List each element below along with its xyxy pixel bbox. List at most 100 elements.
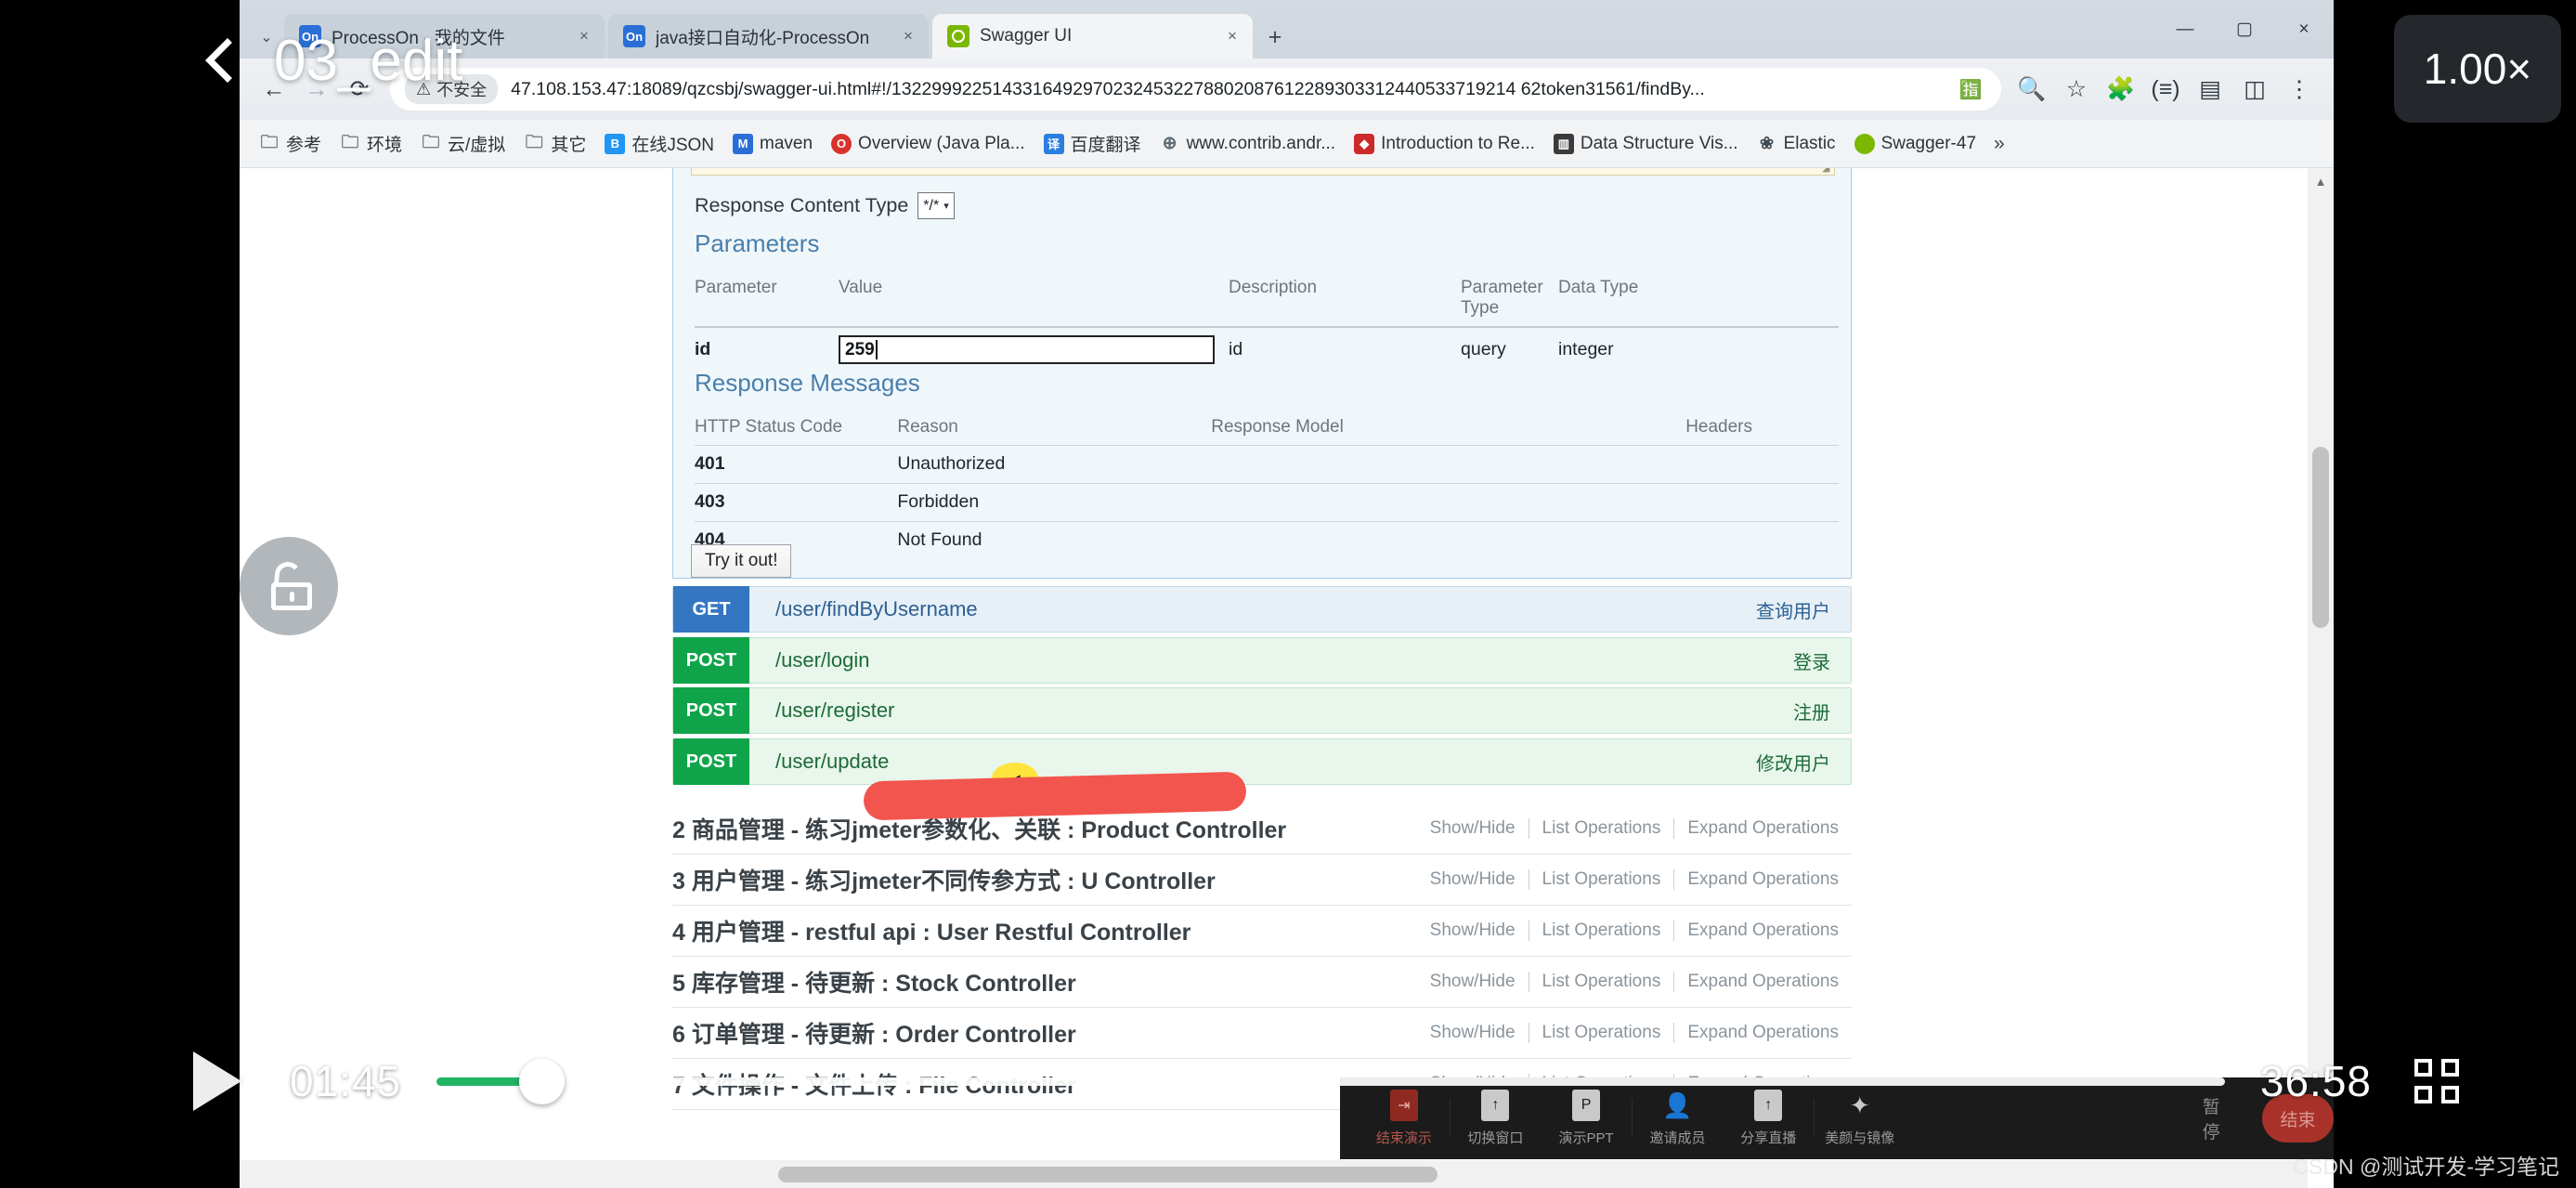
show-hide-link[interactable]: Show/Hide <box>1417 1023 1529 1043</box>
close-icon[interactable]: × <box>897 27 919 46</box>
status-reason: Forbidden <box>897 491 980 513</box>
close-window-icon[interactable]: × <box>2274 0 2334 59</box>
bookmark-label: maven <box>760 133 813 153</box>
try-it-out-button[interactable]: Try it out! <box>691 544 792 578</box>
cast-icon[interactable]: ▤ <box>2189 68 2231 111</box>
parameter-value-input[interactable]: 259 <box>839 335 1215 365</box>
search-icon[interactable]: 🔍 <box>2010 68 2053 111</box>
endpoint-row-login[interactable]: POST /user/login 登录 <box>672 637 1852 684</box>
bookmark-item[interactable]: ❀ Elastic <box>1749 130 1844 158</box>
new-tab-button[interactable]: + <box>1256 16 1294 59</box>
resource-row-u-controller[interactable]: 3 用户管理 - 练习jmeter不同传参方式 : U Controller S… <box>672 855 1852 906</box>
fullscreen-icon[interactable] <box>2414 1059 2459 1103</box>
expand-operations-link[interactable]: Expand Operations <box>1673 818 1852 839</box>
vertical-scrollbar-thumb[interactable] <box>2312 447 2329 628</box>
close-icon[interactable]: × <box>1221 27 1243 46</box>
invite-member-button[interactable]: 👤 邀请成员 <box>1633 1090 1724 1147</box>
list-operations-link[interactable]: List Operations <box>1528 869 1674 890</box>
bookmark-item[interactable]: O Overview (Java Pla... <box>823 130 1034 158</box>
bookmarks-overflow-icon[interactable]: » <box>1986 133 2012 155</box>
window-controls: — ▢ × <box>2155 0 2334 59</box>
response-messages-heading: Response Messages <box>695 369 920 397</box>
play-icon[interactable] <box>193 1051 241 1111</box>
bookmark-item[interactable]: M maven <box>724 130 821 158</box>
maximize-icon[interactable]: ▢ <box>2215 0 2274 59</box>
pause-button[interactable]: 暂停 <box>2203 1093 2231 1143</box>
request-body-textarea[interactable]: ◢ <box>691 168 1835 176</box>
endpoint-row-register[interactable]: POST /user/register 注册 <box>672 687 1852 734</box>
bookmark-item[interactable]: 🗀 环境 <box>332 127 410 160</box>
switch-window-button[interactable]: ↑ 切换窗口 <box>1451 1090 1542 1147</box>
bookmark-item[interactable]: ▥ Data Structure Vis... <box>1545 130 1747 158</box>
expand-operations-link[interactable]: Expand Operations <box>1673 1023 1852 1043</box>
status-code: 401 <box>695 453 725 475</box>
resource-operations: Show/Hide List Operations Expand Operati… <box>1417 1023 1852 1043</box>
browser-tab-swagger-ui[interactable]: Swagger UI × <box>932 14 1253 59</box>
expand-operations-link[interactable]: Expand Operations <box>1673 920 1852 941</box>
endpoint-path: /user/register <box>775 698 895 722</box>
response-content-type-select[interactable]: */* ▾ <box>917 192 955 219</box>
bookmark-item[interactable]: 🗀 其它 <box>515 127 594 160</box>
folder-icon: 🗀 <box>260 132 279 152</box>
resource-row-stock-controller[interactable]: 5 库存管理 - 待更新 : Stock Controller Show/Hid… <box>672 957 1852 1008</box>
endpoint-row-findbyusername[interactable]: GET /user/findByUsername 查询用户 <box>672 586 1852 633</box>
bookmark-label: Data Structure Vis... <box>1580 133 1738 153</box>
browser-tab-java-api[interactable]: On java接口自动化-ProcessOn × <box>608 14 929 59</box>
show-hide-link[interactable]: Show/Hide <box>1417 869 1529 890</box>
beauty-mirror-icon: ✦ <box>1849 1090 1870 1119</box>
extension-icon[interactable]: 🧩 <box>2100 68 2142 111</box>
close-icon[interactable]: × <box>573 27 595 46</box>
expand-operations-link[interactable]: Expand Operations <box>1673 972 1852 992</box>
address-bar[interactable]: ⚠ 不安全 47.108.153.47:18089/qzcsbj/swagger… <box>390 68 2001 111</box>
beauty-mirror-button[interactable]: ✦ 美颜与镜像 <box>1815 1090 1906 1147</box>
button-label: 邀请成员 <box>1649 1130 1706 1146</box>
minimize-icon[interactable]: — <box>2155 0 2215 59</box>
parameters-heading: Parameters <box>695 229 820 257</box>
folder-icon: 🗀 <box>525 132 543 152</box>
present-ppt-button[interactable]: P 演示PPT <box>1541 1090 1632 1147</box>
horizontal-scrollbar-thumb[interactable] <box>778 1167 1438 1182</box>
profile-icon[interactable]: (≡) <box>2144 68 2187 111</box>
horizontal-scrollbar[interactable] <box>240 1160 2308 1188</box>
column-header-description: Description <box>1229 278 1318 297</box>
bookmark-item[interactable]: ◆ Introduction to Re... <box>1346 130 1543 158</box>
bookmark-item[interactable]: 译 百度翻译 <box>1035 127 1150 160</box>
scroll-up-icon[interactable]: ▲ <box>2308 168 2334 194</box>
resource-row-user-restful-controller[interactable]: 4 用户管理 - restful api : User Restful Cont… <box>672 906 1852 957</box>
resize-grip-icon[interactable]: ◢ <box>1822 168 1831 174</box>
sidebar-icon[interactable]: ◫ <box>2233 68 2276 111</box>
list-operations-link[interactable]: List Operations <box>1528 972 1674 992</box>
endpoint-row-update[interactable]: POST /user/update 修改用户 <box>672 738 1852 785</box>
end-meeting-button[interactable]: 结束 <box>2262 1094 2334 1142</box>
list-operations-link[interactable]: List Operations <box>1528 818 1674 839</box>
resource-row-product-controller[interactable]: 2 商品管理 - 练习jmeter参数化、关联 : Product Contro… <box>672 803 1852 855</box>
menu-icon[interactable]: ⋮ <box>2278 68 2321 111</box>
bookmark-item[interactable]: 🗀 参考 <box>251 127 330 160</box>
endpoint-description: 修改用户 <box>1756 753 1830 775</box>
status-reason: Unauthorized <box>897 453 1006 475</box>
end-presentation-button[interactable]: ⇥ 结束演示 <box>1359 1090 1450 1147</box>
bookmark-item[interactable]: ⊕ www.contrib.andr... <box>1151 130 1345 158</box>
list-operations-link[interactable]: List Operations <box>1528 1023 1674 1043</box>
vertical-scrollbar[interactable]: ▲ ▼ <box>2308 168 2334 1153</box>
translate-icon[interactable]: 🈯 <box>1955 78 1986 101</box>
resource-row-order-controller[interactable]: 6 订单管理 - 待更新 : Order Controller Show/Hid… <box>672 1008 1852 1059</box>
show-hide-link[interactable]: Show/Hide <box>1417 972 1529 992</box>
star-icon[interactable]: ☆ <box>2055 68 2098 111</box>
bookmark-item[interactable]: 🗀 云/虚拟 <box>412 127 514 160</box>
list-operations-link[interactable]: List Operations <box>1528 920 1674 941</box>
resource-title: 5 库存管理 - 待更新 : Stock Controller <box>672 971 1076 997</box>
expand-operations-link[interactable]: Expand Operations <box>1673 869 1852 890</box>
bookmark-item[interactable]: Swagger-47 <box>1846 130 1984 158</box>
playback-speed-badge[interactable]: 1.00× <box>2394 15 2561 123</box>
show-hide-link[interactable]: Show/Hide <box>1417 920 1529 941</box>
show-hide-link[interactable]: Show/Hide <box>1417 818 1529 839</box>
swagger-page: ◢ Response Content Type */* ▾ Parameters… <box>240 168 2334 1188</box>
swagger-icon <box>947 25 969 47</box>
response-content-type-label: Response Content Type <box>695 194 909 216</box>
bookmark-label: Elastic <box>1783 133 1836 153</box>
share-live-button[interactable]: ↑ 分享直播 <box>1723 1090 1814 1147</box>
bookmark-item[interactable]: B 在线JSON <box>596 127 722 160</box>
lock-toggle-button[interactable] <box>240 537 338 635</box>
folder-icon: 🗀 <box>422 132 440 152</box>
